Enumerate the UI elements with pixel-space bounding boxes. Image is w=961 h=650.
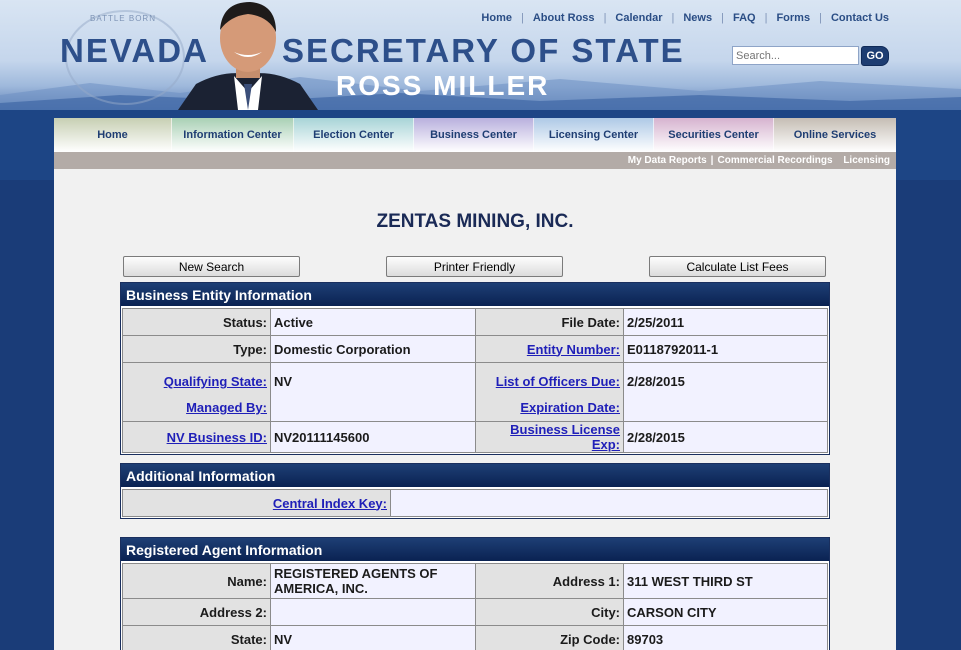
additional-information-panel: Additional Information Central Index Key… [120,463,830,519]
search-input[interactable] [732,46,859,65]
secretary-portrait [172,0,324,110]
site-subtitle: ROSS MILLER [336,70,550,101]
file-date-value: 2/25/2011 [623,308,828,336]
table-row: State: NV Zip Code: 89703 [122,625,828,650]
subnav-my-data-reports[interactable]: My Data Reports [628,155,707,166]
central-index-key-value [390,489,828,517]
top-link-calendar[interactable]: Calendar [615,12,662,24]
entity-number-value: E0118792011-1 [623,335,828,363]
nv-business-id-value: NV20111145600 [270,421,476,453]
top-link-contact-us[interactable]: Contact Us [831,12,889,24]
table-row: Name: REGISTERED AGENTS OF AMERICA, INC.… [122,563,828,599]
top-link-home[interactable]: Home [481,12,512,24]
business-license-exp-value: 2/28/2015 [623,421,828,453]
nav-tab-online-services[interactable]: Online Services [774,118,896,152]
city-label: City: [475,598,624,626]
registered-agent-table: Name: REGISTERED AGENTS OF AMERICA, INC.… [122,563,828,650]
site-header: BATTLE BORN NEVADA SECRETARY OF STATE RO… [0,0,961,110]
sub-nav: My Data Reports | Commercial Recordings … [54,152,896,169]
panel-title: Business Entity Information [121,283,829,308]
nav-tab-election-center[interactable]: Election Center [294,118,414,152]
table-row: Type: Domestic Corporation Entity Number… [122,335,828,363]
subnav-commercial-recordings[interactable]: Commercial Recordings [717,155,832,166]
top-link-faq[interactable]: FAQ [733,12,756,24]
new-search-button[interactable]: New Search [123,256,300,277]
top-link-news[interactable]: News [683,12,712,24]
address-1-value: 311 WEST THIRD ST [623,563,828,599]
central-index-key-link[interactable]: Central Index Key: [273,496,387,511]
zip-code-label: Zip Code: [475,625,624,650]
additional-information-table: Central Index Key: [122,489,828,517]
nav-tab-securities-center[interactable]: Securities Center [654,118,774,152]
business-entity-panel: Business Entity Information Status: Acti… [120,282,830,455]
site-title-secretary-of-state: SECRETARY OF STATE [282,32,685,69]
nv-business-id-link[interactable]: NV Business ID: [167,430,267,445]
table-row: NV Business ID: NV20111145600 Business L… [122,421,828,453]
calculate-list-fees-button[interactable]: Calculate List Fees [649,256,826,277]
nav-tab-home[interactable]: Home [54,118,172,152]
list-of-officers-due-value: 2/28/2015 [627,374,685,389]
city-value: CARSON CITY [623,598,828,626]
nav-tab-business-center[interactable]: Business Center [414,118,534,152]
list-of-officers-due-link[interactable]: List of Officers Due: [496,374,620,389]
type-value: Domestic Corporation [270,335,476,363]
agent-name-value: REGISTERED AGENTS OF AMERICA, INC. [270,563,476,599]
table-row: Qualifying State: Managed By: NV List of… [122,362,828,422]
top-link-about-ross[interactable]: About Ross [533,12,595,24]
address-2-label: Address 2: [122,598,271,626]
business-entity-table: Status: Active File Date: 2/25/2011 Type… [122,308,828,453]
panel-title: Registered Agent Information [121,538,829,563]
nav-tab-licensing-center[interactable]: Licensing Center [534,118,654,152]
type-label: Type: [122,335,271,363]
printer-friendly-button[interactable]: Printer Friendly [386,256,563,277]
expiration-date-link[interactable]: Expiration Date: [520,400,620,415]
entity-number-link[interactable]: Entity Number: [527,342,620,357]
entity-name-title: ZENTAS MINING, INC. [376,211,574,232]
address-1-label: Address 1: [475,563,624,599]
status-label: Status: [122,308,271,336]
qualifying-state-value: NV [274,374,293,389]
managed-by-link[interactable]: Managed By: [186,400,267,415]
search-go-button[interactable]: GO [861,46,889,66]
top-link-forms[interactable]: Forms [776,12,810,24]
address-2-value [270,598,476,626]
panel-title: Additional Information [121,464,829,489]
business-license-exp-link[interactable]: Business License Exp: [510,422,620,452]
state-label: State: [122,625,271,650]
file-date-label: File Date: [475,308,624,336]
nav-tab-information-center[interactable]: Information Center [172,118,294,152]
table-row: Central Index Key: [122,489,828,517]
registered-agent-panel: Registered Agent Information Name: REGIS… [120,537,830,650]
zip-code-value: 89703 [623,625,828,650]
state-value: NV [270,625,476,650]
agent-name-label: Name: [122,563,271,599]
seal-text: BATTLE BORN [90,14,156,23]
top-links: Home | About Ross | Calendar | News | FA… [481,12,889,24]
qualifying-state-link[interactable]: Qualifying State: [164,374,267,389]
table-row: Address 2: City: CARSON CITY [122,598,828,626]
main-nav: Home Information Center Election Center … [54,118,896,152]
table-row: Status: Active File Date: 2/25/2011 [122,308,828,336]
status-value: Active [270,308,476,336]
main-content: ZENTAS MINING, INC. New Search Printer F… [54,169,896,650]
subnav-licensing[interactable]: Licensing [843,155,890,166]
